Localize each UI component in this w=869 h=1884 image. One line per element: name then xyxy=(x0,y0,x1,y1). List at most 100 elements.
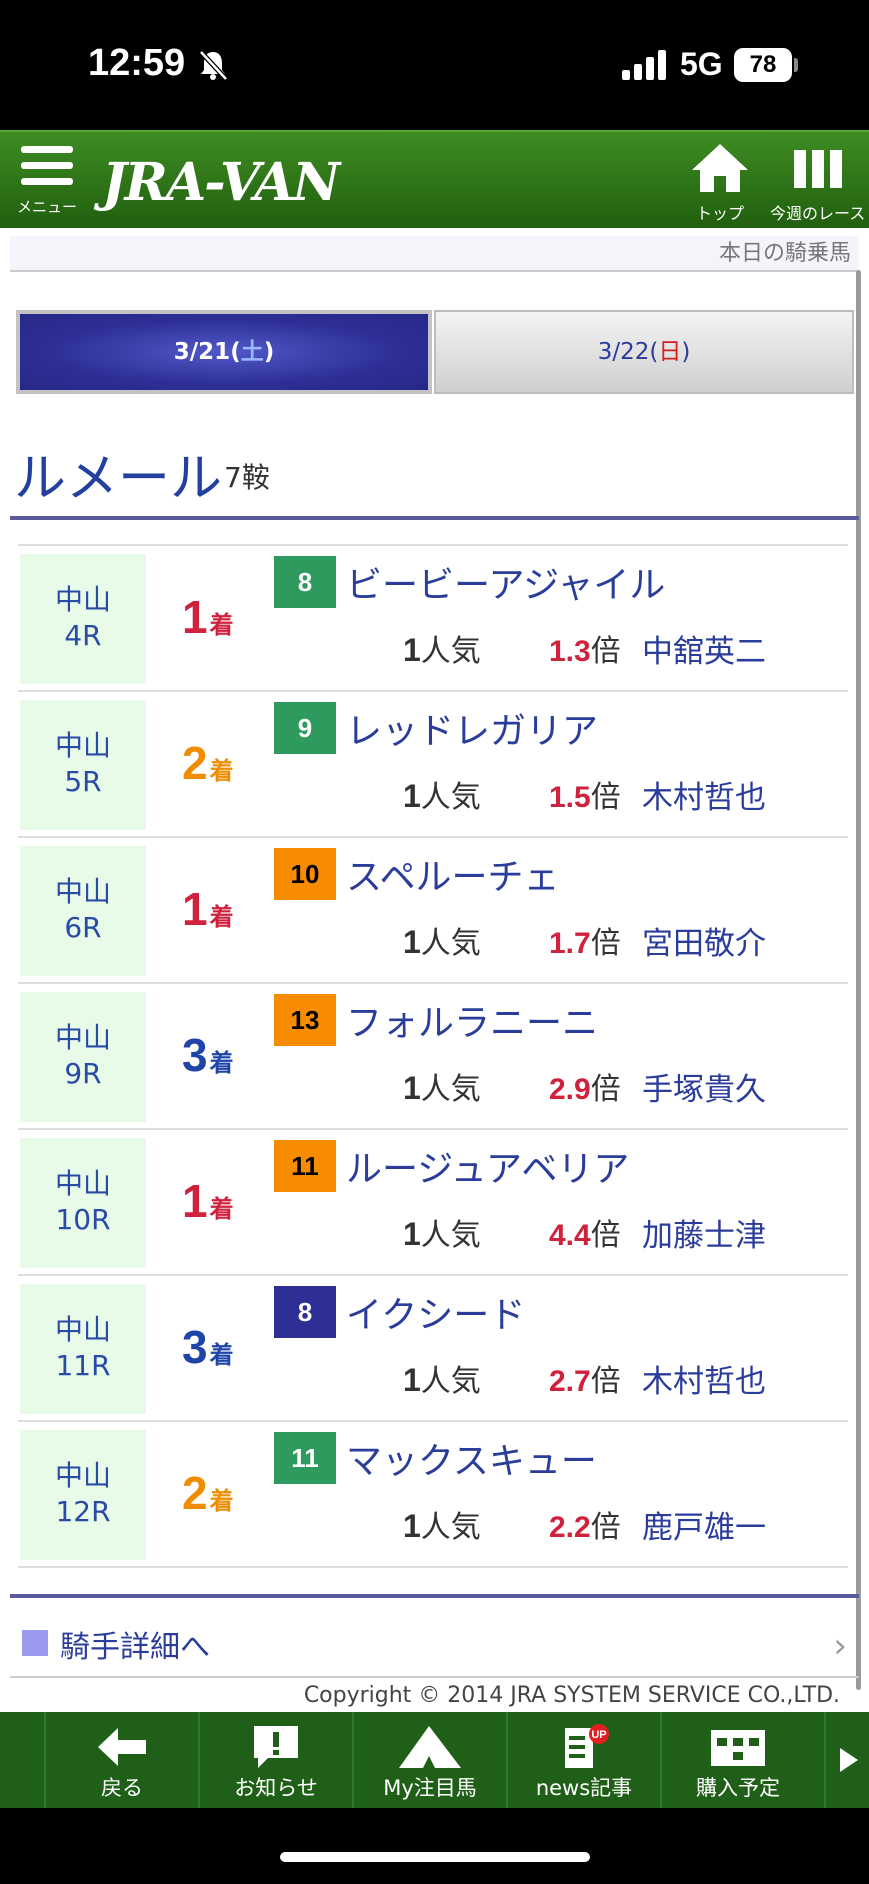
race-course: 中山 5R xyxy=(20,700,146,830)
page-subtitle: 本日の騎乗馬 xyxy=(10,236,859,272)
odds-value: 1.7 xyxy=(549,927,591,960)
odds-value: 2.9 xyxy=(549,1073,591,1106)
odds-value: 2.7 xyxy=(549,1365,591,1398)
horse-name[interactable]: ルージュアベリア xyxy=(346,1140,629,1192)
tab-day-sunday: 日 xyxy=(658,339,682,365)
place-suffix: 着 xyxy=(209,1342,234,1369)
home-icon xyxy=(692,144,748,192)
news-button[interactable]: UP news記事 xyxy=(506,1712,660,1808)
jockey-detail-link[interactable]: 騎手詳細へ › xyxy=(10,1610,859,1678)
horse-name[interactable]: レッドレガリア xyxy=(346,702,598,754)
purchase-plan-label: 購入予定 xyxy=(696,1776,780,1800)
race-course: 中山 6R xyxy=(20,846,146,976)
horse-name[interactable]: スペルーチェ xyxy=(346,848,559,900)
tab-date-2[interactable]: 3/22(日) xyxy=(434,310,854,394)
odds: 1.3倍 xyxy=(549,626,621,670)
place-number: 3 xyxy=(182,1321,208,1373)
app-header: メニュー JRA-VAN トップ 今週のレース xyxy=(0,130,869,228)
popularity-rank: 1 xyxy=(403,1508,421,1544)
race-number: 5R xyxy=(64,765,102,798)
popularity-suffix: 人気 xyxy=(420,634,481,669)
odds: 2.9倍 xyxy=(549,1064,621,1108)
this-week-label: 今週のレース xyxy=(770,204,866,223)
trainer-name: 中舘英二 xyxy=(642,634,766,670)
horse-name[interactable]: フォルラニーニ xyxy=(346,994,598,1046)
popularity-suffix: 人気 xyxy=(420,926,481,961)
odds-suffix: 倍 xyxy=(590,1218,621,1253)
popularity-suffix: 人気 xyxy=(420,1510,481,1545)
nav-more-button[interactable] xyxy=(824,1712,869,1808)
odds: 4.4倍 xyxy=(549,1210,621,1254)
notice-label: お知らせ xyxy=(234,1776,318,1800)
jra-van-logo[interactable]: JRA-VAN xyxy=(102,152,340,213)
table-row[interactable]: 中山 6R 1着 10 スペルーチェ 1人気 1.7倍 宮田敬介 xyxy=(18,838,848,984)
place-number: 1 xyxy=(182,883,208,935)
odds-value: 2.2 xyxy=(549,1511,591,1544)
signal-icon xyxy=(622,50,666,80)
table-row[interactable]: 中山 9R 3着 13 フォルラニーニ 1人気 2.9倍 手塚貴久 xyxy=(18,984,848,1130)
finish-place: 2着 xyxy=(182,736,234,790)
horse-number-badge: 8 xyxy=(274,556,336,608)
table-row[interactable]: 中山 11R 3着 8 イクシード 1人気 2.7倍 木村哲也 xyxy=(18,1276,848,1422)
top-button[interactable]: トップ xyxy=(690,142,750,224)
trainer-name: 木村哲也 xyxy=(642,780,766,816)
tab-date-1[interactable]: 3/21(土) xyxy=(16,310,432,394)
race-course: 中山 9R xyxy=(20,992,146,1122)
odds-suffix: 倍 xyxy=(590,1072,621,1107)
race-number: 6R xyxy=(64,911,102,944)
course-name: 中山 xyxy=(54,583,111,616)
jockey-detail-label: 騎手詳細へ xyxy=(60,1630,210,1665)
horse-name[interactable]: マックスキュー xyxy=(346,1432,597,1484)
horse-name[interactable]: イクシード xyxy=(346,1286,525,1338)
paren-open: ( xyxy=(230,339,241,365)
news-icon: UP xyxy=(565,1724,609,1768)
battery-tip xyxy=(794,58,798,72)
ride-list: 中山 4R 1着 8 ビービーアジャイル 1人気 1.3倍 中舘英二 中山 5R 2着 9 レッドレガリ… xyxy=(18,544,848,1568)
place-suffix: 着 xyxy=(209,1488,234,1515)
popularity-rank: 1 xyxy=(403,924,421,960)
tab-date-text: 3/21 xyxy=(173,339,231,365)
silent-bell-icon xyxy=(199,50,228,81)
place-number: 2 xyxy=(182,1467,208,1519)
finish-place: 2着 xyxy=(182,1466,234,1520)
my-horse-button[interactable]: My注目馬 xyxy=(352,1712,506,1808)
place-suffix: 着 xyxy=(209,904,234,931)
finish-place: 3着 xyxy=(182,1320,234,1374)
race-number: 10R xyxy=(55,1203,111,1236)
jockey-name: ルメール xyxy=(14,449,223,509)
race-number: 11R xyxy=(55,1349,111,1382)
odds: 1.7倍 xyxy=(549,918,621,962)
table-row[interactable]: 中山 4R 1着 8 ビービーアジャイル 1人気 1.3倍 中舘英二 xyxy=(18,546,848,692)
tab-date-text: 3/22 xyxy=(597,339,650,365)
table-row[interactable]: 中山 5R 2着 9 レッドレガリア 1人気 1.5倍 木村哲也 xyxy=(18,692,848,838)
race-course: 中山 10R xyxy=(20,1138,146,1268)
purchase-plan-icon xyxy=(711,1730,765,1766)
purchase-plan-button[interactable]: 購入予定 xyxy=(660,1712,814,1808)
status-bar: 12:59 5G 78 xyxy=(0,0,869,130)
course-name: 中山 xyxy=(54,729,111,762)
chevron-right-icon: › xyxy=(833,1626,847,1666)
copyright: Copyright © 2014 JRA SYSTEM SERVICE CO.,… xyxy=(303,1683,840,1708)
table-row[interactable]: 中山 10R 1着 11 ルージュアベリア 1人気 4.4倍 加藤士津 xyxy=(18,1130,848,1276)
tab-day-saturday: 土 xyxy=(240,339,264,365)
paren-close: ) xyxy=(263,339,275,365)
this-week-races-button[interactable]: 今週のレース xyxy=(770,142,865,224)
race-course: 中山 11R xyxy=(20,1284,146,1414)
menu-button[interactable]: メニュー xyxy=(12,144,82,224)
hamburger-icon xyxy=(21,146,73,186)
popularity: 1人気 xyxy=(403,918,481,962)
table-row[interactable]: 中山 12R 2着 11 マックスキュー 1人気 2.2倍 鹿戸雄一 xyxy=(18,1422,848,1568)
home-indicator[interactable] xyxy=(280,1852,590,1862)
notice-button[interactable]: お知らせ xyxy=(198,1712,352,1808)
news-label: news記事 xyxy=(535,1776,633,1800)
odds: 2.7倍 xyxy=(549,1356,621,1400)
finish-place: 1着 xyxy=(182,590,234,644)
back-button[interactable]: 戻る xyxy=(44,1712,198,1808)
popularity: 1人気 xyxy=(403,772,481,816)
horse-name[interactable]: ビービーアジャイル xyxy=(346,556,665,608)
odds-suffix: 倍 xyxy=(590,1510,621,1545)
back-label: 戻る xyxy=(101,1776,143,1800)
place-suffix: 着 xyxy=(209,758,234,785)
horse-number-badge: 8 xyxy=(274,1286,336,1338)
course-name: 中山 xyxy=(54,875,111,908)
